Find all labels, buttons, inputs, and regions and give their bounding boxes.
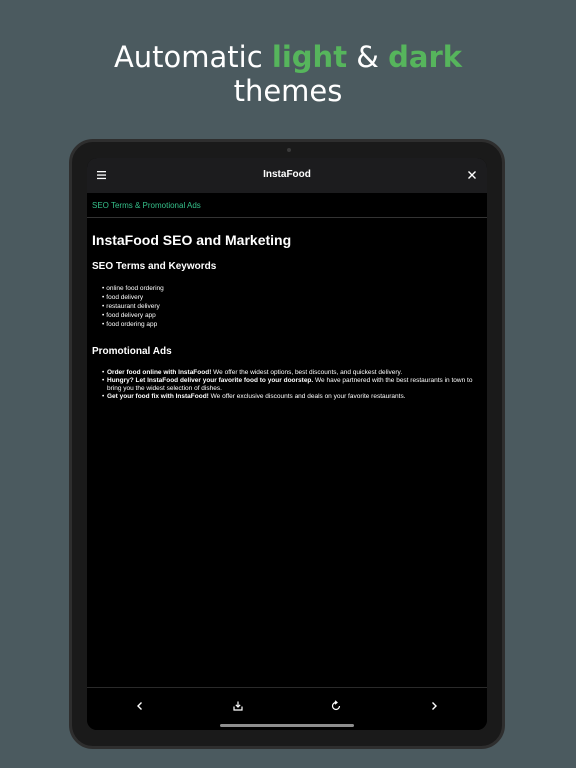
list-item: food delivery app <box>102 311 164 320</box>
ad-text: We offer exclusive discounts and deals o… <box>208 393 406 400</box>
headline-line-2: themes <box>233 74 343 108</box>
ad-bold-text: Get your food fix with InstaFood! <box>107 393 209 400</box>
chevron-left-icon[interactable] <box>133 699 147 713</box>
headline-dark: dark <box>388 40 463 74</box>
ads-list: Order food online with InstaFood! We off… <box>102 369 484 401</box>
headline-light: light <box>271 40 348 74</box>
tablet-device-frame: InstaFood SEO Terms & Promotional Ads In… <box>69 139 505 749</box>
ad-bold-text: Order food online with InstaFood! <box>107 369 212 376</box>
list-item: food delivery <box>102 293 164 302</box>
home-indicator <box>220 724 354 727</box>
ad-bold-text: Hungry? Let InstaFood deliver your favor… <box>107 377 314 384</box>
download-icon[interactable] <box>231 699 245 713</box>
chevron-right-icon[interactable] <box>427 699 441 713</box>
section-tab-bar: SEO Terms & Promotional Ads <box>87 193 487 218</box>
list-item: Get your food fix with InstaFood! We off… <box>102 393 484 401</box>
navigation-bar: InstaFood <box>87 158 487 193</box>
headline-amp: & <box>347 40 389 74</box>
refresh-icon[interactable] <box>329 699 343 713</box>
list-item: online food ordering <box>102 284 163 293</box>
page-title: InstaFood SEO and Marketing <box>92 232 292 248</box>
close-icon[interactable] <box>466 169 478 181</box>
list-item: food ordering app <box>102 320 164 329</box>
keywords-list: online food ordering food delivery resta… <box>102 284 164 329</box>
camera-dot <box>287 148 291 152</box>
app-title: InstaFood <box>263 169 311 180</box>
ad-text: We offer the widest options, best discou… <box>211 369 403 376</box>
ads-heading: Promotional Ads <box>92 346 172 357</box>
list-item: Hungry? Let InstaFood deliver your favor… <box>102 377 484 393</box>
tab-seo-terms[interactable]: SEO Terms & Promotional Ads <box>92 201 201 210</box>
headline-prefix: Automatic <box>113 40 272 74</box>
headline-line-1: Automatic light & dark <box>0 40 576 74</box>
list-item: restaurant delivery <box>102 302 164 311</box>
list-item: Order food online with InstaFood! We off… <box>102 369 484 377</box>
app-screen: InstaFood SEO Terms & Promotional Ads In… <box>87 158 487 730</box>
keywords-heading: SEO Terms and Keywords <box>92 261 217 272</box>
